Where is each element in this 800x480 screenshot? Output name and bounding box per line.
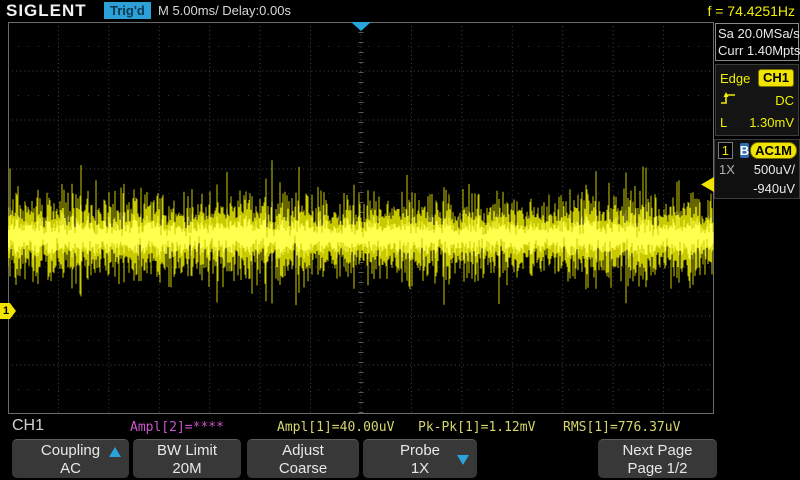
coupling-button[interactable]: Coupling AC — [12, 439, 129, 478]
trigger-info-box[interactable]: Edge CH1 DC L 1.30mV — [715, 64, 799, 136]
timebase-readout[interactable]: M 5.00ms/ Delay:0.00s — [158, 3, 291, 18]
rising-edge-icon — [720, 91, 737, 109]
probe-button[interactable]: Probe 1X — [363, 439, 477, 478]
trigger-level-label: L — [720, 115, 727, 130]
trigger-source-badge: CH1 — [758, 69, 794, 87]
grid-and-trace — [8, 22, 714, 414]
trigger-coupling: DC — [775, 93, 794, 108]
measurement-rms1: RMS[1]=776.37uV — [563, 420, 680, 435]
measurement-ampl1: Ampl[1]=40.00uV — [277, 420, 394, 435]
volts-per-div: 500uV/ — [754, 160, 795, 179]
softkey-menu-bar: Coupling AC BW Limit 20M Adjust Coarse P… — [0, 437, 800, 480]
brand-logo: SIGLENT — [6, 1, 87, 21]
adjust-button[interactable]: Adjust Coarse — [247, 439, 359, 478]
trigger-level-value: 1.30mV — [749, 115, 794, 130]
channel-info-box[interactable]: 1 B AC1M 1X 500uV/ -940uV — [714, 139, 800, 199]
bandwidth-limit-badge: B — [740, 143, 749, 158]
memory-depth: Curr 1.40Mpts — [718, 42, 796, 59]
probe-attenuation: 1X — [719, 160, 735, 179]
measurement-pkpk1: Pk-Pk[1]=1.12mV — [418, 420, 535, 435]
acquisition-info-box: Sa 20.0MSa/s Curr 1.40Mpts — [715, 23, 799, 61]
measurement-ampl2: Ampl[2]=**** — [130, 420, 224, 435]
trigger-status-badge: Trig'd — [104, 2, 151, 19]
top-status-bar: SIGLENT Trig'd M 5.00ms/ Delay:0.00s f =… — [0, 0, 800, 22]
oscilloscope-screen: SIGLENT Trig'd M 5.00ms/ Delay:0.00s f =… — [0, 0, 800, 480]
channel-offset: -940uV — [717, 179, 797, 198]
channel-number-badge: 1 — [718, 142, 733, 159]
trigger-type: Edge — [720, 71, 750, 86]
bw-limit-button[interactable]: BW Limit 20M — [133, 439, 241, 478]
next-page-button[interactable]: Next Page Page 1/2 — [598, 439, 717, 478]
sample-rate: Sa 20.0MSa/s — [718, 25, 796, 42]
channel-coupling-badge: AC1M — [750, 142, 797, 159]
waveform-display[interactable] — [8, 22, 714, 414]
trigger-frequency-readout: f = 74.4251Hz — [707, 3, 795, 19]
active-channel-label: CH1 — [12, 417, 44, 435]
